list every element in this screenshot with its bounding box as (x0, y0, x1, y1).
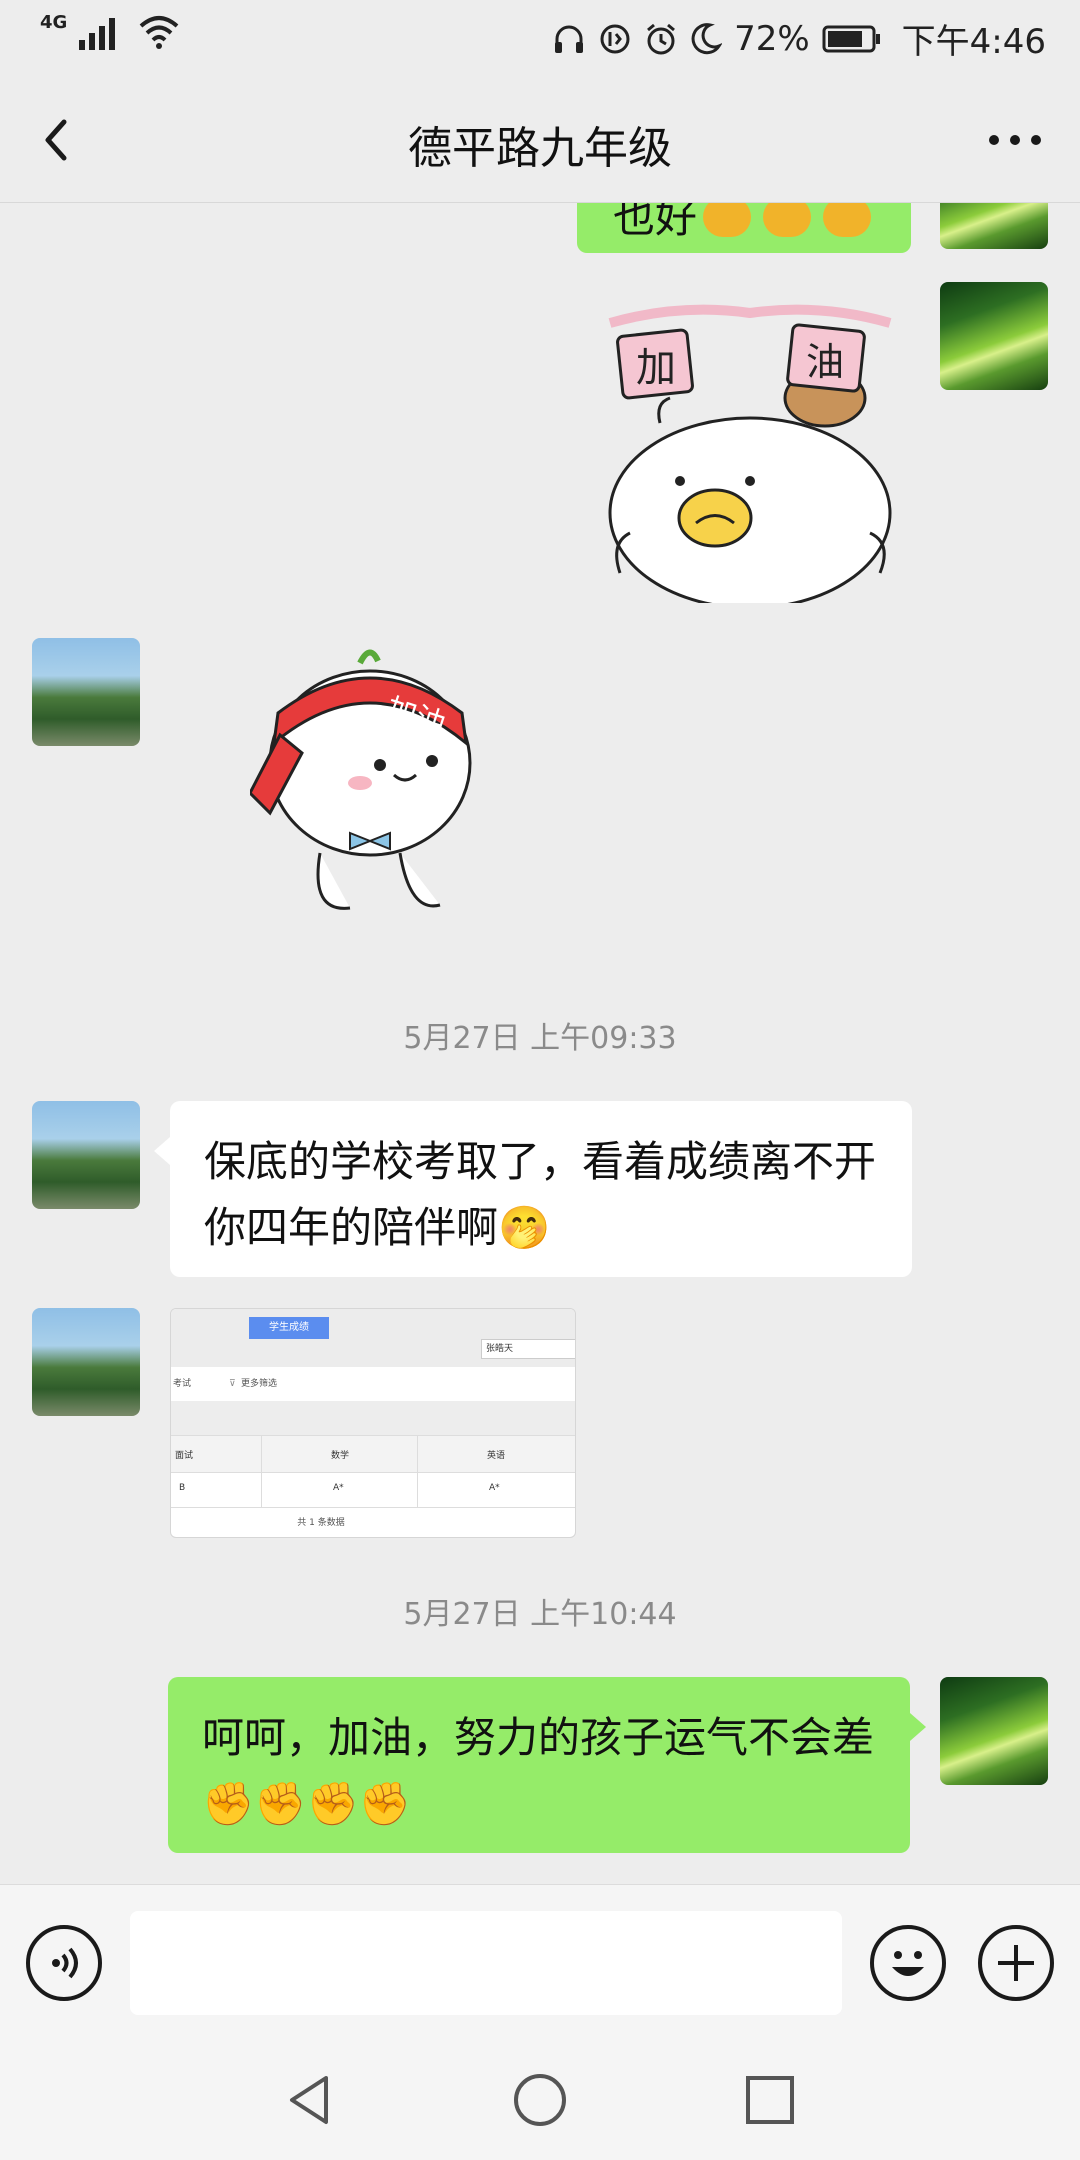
voice-icon (52, 1947, 78, 1979)
avatar-self[interactable] (940, 1677, 1048, 1785)
more-icon (989, 135, 1041, 145)
moon-icon (691, 22, 723, 54)
table-col-divider (261, 1435, 262, 1507)
more-button[interactable] (980, 110, 1050, 170)
avatar-other[interactable] (32, 638, 140, 746)
table-row: B A* A* (171, 1471, 575, 1508)
sticker-banner-right: 油 (806, 340, 844, 384)
clock: 下午4:46 (901, 22, 1046, 62)
duck-sticker-image: 加 油 (608, 304, 892, 610)
network-type: 4G (40, 11, 68, 33)
nav-back-icon[interactable] (280, 2070, 340, 2130)
plus-icon (998, 1945, 1034, 1981)
screenshot-name-field: 张皓天 (481, 1339, 575, 1359)
emoji-grin-icon (703, 203, 751, 237)
status-left: 4G (40, 11, 181, 50)
avatar-self[interactable] (940, 203, 1048, 249)
screenshot-name-value: 张皓天 (486, 1344, 514, 1354)
table-cell: B (179, 1483, 186, 1493)
status-right: 72% 下午4:46 (552, 14, 1046, 63)
screenshot-tab-label: 学生成绩 (269, 1322, 309, 1333)
funnel-icon: ⊽ (229, 1379, 236, 1389)
table-header-row: 面试 数学 英语 (171, 1435, 575, 1473)
nav-recents-icon[interactable] (740, 2070, 800, 2130)
table-header-cell: 英语 (487, 1451, 506, 1461)
alarm-icon (647, 23, 676, 54)
input-bar (0, 1884, 1080, 2041)
sticker-duck-jiayou[interactable]: 加 油 (600, 303, 900, 610)
table-header-cell: 面试 (175, 1451, 194, 1461)
plus-button[interactable] (978, 1925, 1054, 2001)
table-header-cell: 数学 (331, 1451, 350, 1461)
nav-home-icon[interactable] (510, 2070, 570, 2130)
bubble-tail (154, 1137, 170, 1165)
wifi-icon (139, 16, 179, 49)
emoji-grin-icon (763, 203, 811, 237)
message-bubble-partial[interactable]: 也好 (577, 203, 911, 253)
title-bar: 德平路九年级 (0, 72, 1080, 203)
screenshot-tab: 学生成绩 (249, 1317, 329, 1339)
avatar-self[interactable] (940, 282, 1048, 390)
chat-message-list[interactable]: 也好 加 油 加油 5月27日 上午09:33 保底的学校考取了，看着成绩离不开… (0, 203, 1080, 1883)
battery-icon (822, 25, 880, 52)
table-cell: A* (489, 1483, 500, 1493)
message-bubble-sent[interactable]: 呵呵，加油，努力的孩子运气不会差✊✊✊✊ (168, 1677, 910, 1853)
sticker-banner-left: 加 (636, 345, 676, 391)
image-message-grades[interactable]: 学生成绩 张皓天 考试 ⊽ 更多筛选 面试 数学 英语 B A* A* 共 1 … (170, 1308, 576, 1538)
data-saver-icon (600, 24, 630, 53)
smiley-icon (892, 1951, 924, 1976)
voice-button[interactable] (26, 1925, 102, 2001)
screenshot-gray-band (171, 1401, 575, 1435)
battery-percent: 72% (734, 18, 810, 59)
timestamp: 5月27日 上午10:44 (403, 1597, 677, 1632)
partial-message-text: 也好 (613, 203, 698, 242)
bubble-tail (910, 1713, 926, 1741)
character-sticker-image: 加油 (248, 649, 472, 910)
sticker-jiayou-character[interactable]: 加油 (248, 643, 490, 923)
screenshot-filter-more: 更多筛选 (241, 1379, 278, 1389)
message-text: 保底的学校考取了，看着成绩离不开你四年的陪伴啊🤭 (204, 1137, 877, 1252)
table-col-divider (417, 1435, 418, 1507)
system-nav-bar (0, 2040, 1080, 2160)
timestamp: 5月27日 上午09:33 (403, 1021, 677, 1056)
emoji-button[interactable] (870, 1925, 946, 2001)
emoji-grin-icon (823, 203, 871, 237)
signal-icon (79, 18, 116, 50)
avatar-other[interactable] (32, 1101, 140, 1209)
message-text: 呵呵，加油，努力的孩子运气不会差✊✊✊✊ (202, 1713, 875, 1828)
headphone-icon (555, 25, 584, 53)
screenshot-footer: 共 1 条数据 (297, 1518, 345, 1528)
screenshot-filter-left: 考试 (173, 1379, 192, 1389)
avatar-other[interactable] (32, 1308, 140, 1416)
screenshot-table: 面试 数学 英语 B A* A* (171, 1435, 575, 1509)
table-cell: A* (333, 1483, 344, 1493)
status-bar: 4G 72% 下午4:46 (0, 0, 1080, 72)
message-input[interactable] (130, 1911, 842, 2015)
screenshot-filter-row: 考试 ⊽ 更多筛选 (171, 1369, 575, 1399)
message-bubble-received[interactable]: 保底的学校考取了，看着成绩离不开你四年的陪伴啊🤭 (170, 1101, 912, 1277)
chat-screen: 4G 72% 下午4:46 德平路九年级 也好 加 油 加油 5月27日 上午0… (0, 0, 1080, 2160)
chat-title: 德平路九年级 (408, 123, 672, 174)
